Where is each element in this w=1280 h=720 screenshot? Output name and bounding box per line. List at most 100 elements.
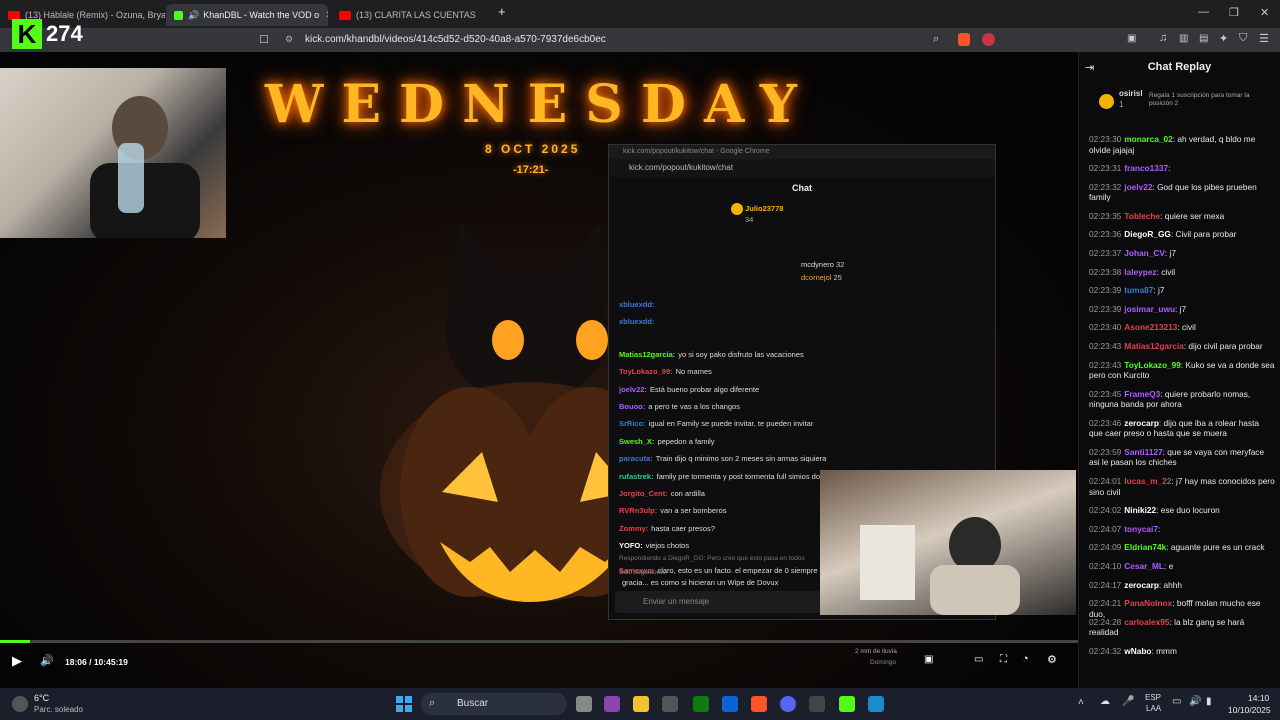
clock-date[interactable]: 10/10/2025 bbox=[1228, 705, 1271, 715]
volume-icon[interactable]: 🔊 bbox=[40, 654, 54, 667]
task-view-icon[interactable] bbox=[576, 696, 592, 712]
popout-message-user[interactable]: paracuta: bbox=[619, 454, 653, 463]
message-username[interactable]: carloalex95 bbox=[1124, 617, 1169, 627]
guest-webcam bbox=[820, 470, 1076, 615]
brave-shield-icon[interactable] bbox=[958, 33, 970, 46]
store-icon[interactable] bbox=[662, 696, 678, 712]
message-timestamp: 02:24:21 bbox=[1089, 598, 1122, 609]
minimize-icon[interactable]: — bbox=[1198, 6, 1209, 18]
message-username[interactable]: tonycai7 bbox=[1124, 524, 1158, 534]
popout-message-user[interactable]: xbluexdd: bbox=[619, 317, 654, 326]
close-tab-icon[interactable]: ✕ bbox=[325, 10, 328, 21]
popout-message-user[interactable]: Swesh_X: bbox=[619, 437, 654, 446]
popout-message-user[interactable]: YOFO: bbox=[619, 541, 643, 550]
message-username[interactable]: wNabo bbox=[1124, 646, 1151, 656]
close-window-icon[interactable]: ✕ bbox=[1260, 6, 1269, 19]
popout-pinned-3: dcornejol 25 bbox=[801, 273, 842, 282]
message-username[interactable]: DiegoR_GG bbox=[1124, 229, 1171, 239]
file-explorer-icon[interactable] bbox=[633, 696, 649, 712]
screenshot-icon[interactable]: ▣ bbox=[1127, 33, 1136, 44]
popout-message-user[interactable]: ToyLokazo_99: bbox=[619, 367, 673, 376]
network-icon[interactable]: ☁ bbox=[1100, 696, 1110, 707]
collapse-chat-icon[interactable]: ⇥ bbox=[1085, 61, 1094, 74]
message-username[interactable]: FrameQ3 bbox=[1124, 389, 1160, 399]
popout-message-user[interactable]: Jorgito_Cent: bbox=[619, 489, 668, 498]
search-icon[interactable]: ⌕ bbox=[933, 33, 939, 46]
message-username[interactable]: Niniki22 bbox=[1124, 505, 1156, 515]
brave-browser-icon[interactable] bbox=[751, 696, 767, 712]
popout-message-user[interactable]: Matias12garcia: bbox=[619, 350, 675, 359]
language-indicator[interactable]: ESP bbox=[1145, 693, 1161, 702]
message-text: Civil para probar bbox=[1175, 229, 1237, 240]
progress-bar[interactable] bbox=[0, 640, 1078, 643]
message-username[interactable]: tuma87 bbox=[1124, 285, 1153, 295]
message-username[interactable]: Asone213213 bbox=[1124, 322, 1177, 332]
display-icon[interactable]: ▭ bbox=[1172, 696, 1181, 707]
brave-rewards-icon[interactable] bbox=[982, 33, 995, 46]
message-username[interactable]: Matias12garcia bbox=[1124, 341, 1184, 351]
fullscreen-icon[interactable]: ⛶ bbox=[1000, 654, 1007, 665]
popout-message-user[interactable]: RVRn3ulp: bbox=[619, 506, 657, 515]
video-player[interactable]: WEDNESDAY 8 OCT 2025 -17:21- kick.com/po… bbox=[0, 52, 1078, 688]
chat-replay-title: Chat Replay bbox=[1147, 61, 1212, 73]
message-username[interactable]: josimar_uwu bbox=[1124, 304, 1175, 314]
message-username[interactable]: laleypez bbox=[1124, 267, 1156, 277]
wallet-icon[interactable]: ▤ bbox=[1199, 33, 1208, 44]
pip-icon[interactable]: ▣ bbox=[924, 654, 933, 665]
outlook-icon[interactable] bbox=[722, 696, 738, 712]
settings-gear-icon[interactable]: ⚙ bbox=[1047, 653, 1057, 666]
popout-message-user[interactable]: joelv22: bbox=[619, 385, 647, 394]
popout-message-user[interactable]: Zommy: bbox=[619, 524, 648, 533]
tab-kick-vod[interactable]: 🔊 KhanDBL - Watch the VOD o ✕ bbox=[166, 4, 328, 26]
message-username[interactable]: Eldrian74k bbox=[1124, 542, 1166, 552]
popout-message-user[interactable]: SrRico: bbox=[619, 419, 646, 428]
speaker-icon[interactable]: 🔊 bbox=[1189, 696, 1201, 707]
message-username[interactable]: Tobleche bbox=[1124, 211, 1160, 221]
vpn-app-icon[interactable] bbox=[868, 696, 884, 712]
menu-icon[interactable]: ☰ bbox=[1259, 32, 1269, 45]
message-username[interactable]: zerocarp bbox=[1124, 418, 1159, 428]
battery-icon[interactable]: ▮ bbox=[1206, 696, 1212, 707]
popout-message-user[interactable]: xbluexdd: bbox=[619, 300, 654, 309]
sidebar-icon[interactable]: ▥ bbox=[1179, 33, 1188, 44]
popout-message-user[interactable]: rufastrek: bbox=[619, 472, 654, 481]
new-tab-button[interactable]: + bbox=[498, 4, 506, 19]
popout-message-user[interactable]: Bouoo: bbox=[619, 402, 645, 411]
site-info-icon[interactable]: ⚙ bbox=[285, 34, 293, 45]
message-username[interactable]: monarca_02 bbox=[1124, 134, 1172, 144]
media-icon[interactable]: ♫ bbox=[1159, 32, 1167, 44]
tray-chevron-icon[interactable]: ˄ bbox=[1078, 697, 1084, 708]
clip-icon[interactable]: ◔ bbox=[1022, 653, 1029, 665]
vpn-shield-icon[interactable]: ⛉ bbox=[1239, 32, 1247, 45]
message-username[interactable]: lucas_m_22 bbox=[1124, 476, 1171, 486]
theater-icon[interactable]: ▭ bbox=[974, 654, 983, 665]
message-username[interactable]: Santi1127 bbox=[1124, 447, 1162, 457]
play-icon[interactable]: ▶ bbox=[12, 653, 22, 669]
discord-icon[interactable] bbox=[780, 696, 796, 712]
url-field[interactable]: kick.com/khandbl/videos/414c5d52-d520-40… bbox=[305, 34, 606, 45]
clock-time[interactable]: 14:10 bbox=[1248, 693, 1269, 703]
popout-chat-input[interactable]: Enviar un mensaje bbox=[615, 591, 825, 613]
bookmark-icon[interactable]: ☐ bbox=[259, 33, 269, 46]
mic-icon[interactable]: 🎤 bbox=[1122, 696, 1134, 707]
message-username[interactable]: Johan_CV bbox=[1124, 248, 1165, 258]
message-timestamp: 02:23:45 bbox=[1089, 388, 1122, 399]
copilot-icon[interactable] bbox=[604, 696, 620, 712]
windows-start-icon[interactable] bbox=[396, 696, 412, 712]
popout-message-text: hasta caer presos? bbox=[651, 524, 715, 533]
leo-ai-icon[interactable]: ✦ bbox=[1219, 32, 1228, 45]
message-username[interactable]: Cesar_ML bbox=[1124, 561, 1164, 571]
message-username[interactable]: franco1337 bbox=[1124, 163, 1168, 173]
kick-app-icon[interactable] bbox=[839, 696, 855, 712]
maximize-icon[interactable]: ❐ bbox=[1229, 6, 1239, 19]
message-username[interactable]: joelv22 bbox=[1124, 182, 1152, 192]
taskbar-search[interactable]: ⌕ Buscar bbox=[421, 693, 567, 715]
message-username[interactable]: ToyLokazo_99 bbox=[1124, 360, 1181, 370]
xbox-icon[interactable] bbox=[693, 696, 709, 712]
app-icon[interactable] bbox=[809, 696, 825, 712]
tab-youtube-clarita[interactable]: (13) CLARITA LAS CUENTAS bbox=[331, 4, 491, 26]
message-username[interactable]: zerocarp bbox=[1124, 580, 1159, 590]
message-username[interactable]: PanaNolnox bbox=[1124, 598, 1172, 608]
popout-message: xbluexdd: bbox=[619, 300, 657, 309]
popout-reply-hint: Respondiendo a DiegoR_GG: Pero creo que … bbox=[619, 555, 805, 562]
